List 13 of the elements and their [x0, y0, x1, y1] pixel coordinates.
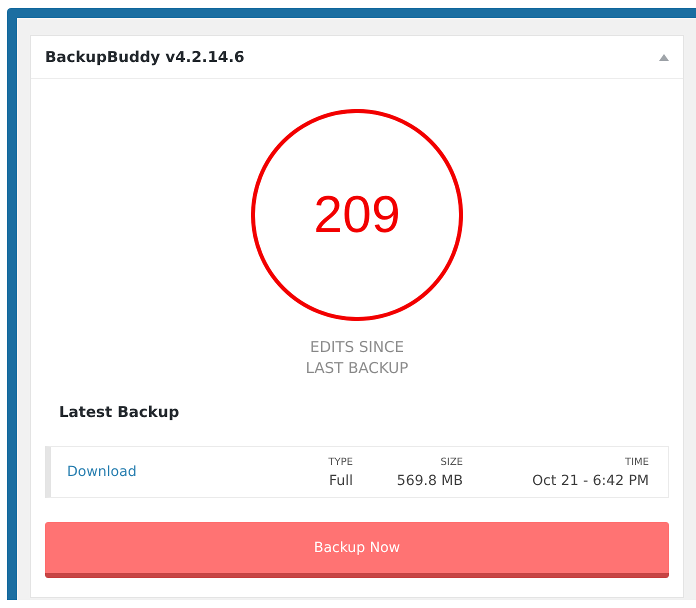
counter-label: EDITS SINCE LAST BACKUP — [304, 337, 410, 379]
column-value: Oct 21 - 6:42 PM — [532, 473, 649, 489]
column-value: 569.8 MB — [396, 473, 463, 489]
column-header: TIME — [624, 457, 649, 468]
backup-now-button[interactable]: Backup Now — [45, 522, 669, 578]
column-value: Full — [329, 473, 353, 489]
column-header: SIZE — [440, 457, 463, 468]
edit-count: 209 — [314, 185, 400, 245]
collapse-toggle-icon[interactable] — [659, 54, 669, 60]
section-heading: Latest Backup — [59, 403, 180, 421]
column-header: TYPE — [328, 457, 353, 468]
widget-title: BackupBuddy v4.2.14.6 — [45, 48, 244, 66]
download-link[interactable]: Download — [67, 464, 137, 480]
